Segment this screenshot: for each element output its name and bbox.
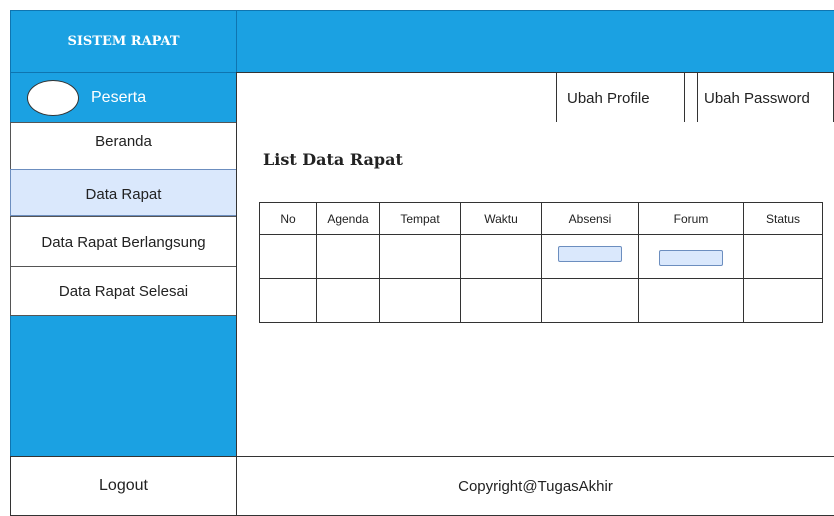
rapat-table: No Agenda Tempat Waktu Absensi Forum Sta… bbox=[259, 202, 823, 323]
change-password-button[interactable]: Ubah Password bbox=[697, 72, 834, 123]
column-header-status: Status bbox=[743, 202, 823, 235]
top-header-bar bbox=[236, 10, 834, 73]
table-cell bbox=[379, 234, 461, 279]
sidebar-item-data-rapat[interactable]: Data Rapat bbox=[10, 169, 237, 216]
table-cell bbox=[743, 234, 823, 279]
logout-button[interactable]: Logout bbox=[10, 456, 237, 516]
copyright-text: Copyright@TugasAkhir bbox=[458, 477, 613, 495]
sidebar-item-data-rapat-selesai[interactable]: Data Rapat Selesai bbox=[10, 266, 237, 316]
table-row bbox=[259, 234, 823, 279]
table-cell bbox=[638, 234, 744, 279]
table-cell bbox=[316, 234, 380, 279]
table-cell bbox=[259, 234, 317, 279]
column-header-waktu: Waktu bbox=[460, 202, 542, 235]
table-row bbox=[259, 278, 823, 323]
absensi-button[interactable] bbox=[558, 246, 622, 263]
user-panel: Peserta bbox=[10, 72, 237, 123]
table-cell bbox=[638, 278, 744, 323]
app-brand: SISTEM RAPAT bbox=[10, 10, 237, 73]
forum-button[interactable] bbox=[659, 249, 723, 266]
app-title: SISTEM RAPAT bbox=[67, 34, 180, 49]
column-header-absensi: Absensi bbox=[541, 202, 639, 235]
user-role-label: Peserta bbox=[91, 89, 147, 106]
edit-profile-button[interactable]: Ubah Profile bbox=[556, 72, 685, 123]
table-cell bbox=[259, 278, 317, 323]
column-header-forum: Forum bbox=[638, 202, 744, 235]
table-cell bbox=[743, 278, 823, 323]
sidebar-item-data-rapat-berlangsung[interactable]: Data Rapat Berlangsung bbox=[10, 216, 237, 267]
sidebar-item-beranda[interactable]: Beranda bbox=[10, 122, 237, 170]
table-cell bbox=[541, 278, 639, 323]
logout-label: Logout bbox=[99, 477, 148, 494]
column-header-no: No bbox=[259, 202, 317, 235]
table-cell bbox=[541, 234, 639, 279]
table-cell bbox=[379, 278, 461, 323]
table-cell bbox=[460, 278, 542, 323]
table-header-row: No Agenda Tempat Waktu Absensi Forum Sta… bbox=[259, 202, 823, 235]
avatar bbox=[27, 80, 79, 116]
column-header-agenda: Agenda bbox=[316, 202, 380, 235]
column-header-tempat: Tempat bbox=[379, 202, 461, 235]
footer: Copyright@TugasAkhir bbox=[236, 456, 834, 516]
page-title: List Data Rapat bbox=[263, 150, 403, 169]
table-cell bbox=[460, 234, 542, 279]
table-cell bbox=[316, 278, 380, 323]
